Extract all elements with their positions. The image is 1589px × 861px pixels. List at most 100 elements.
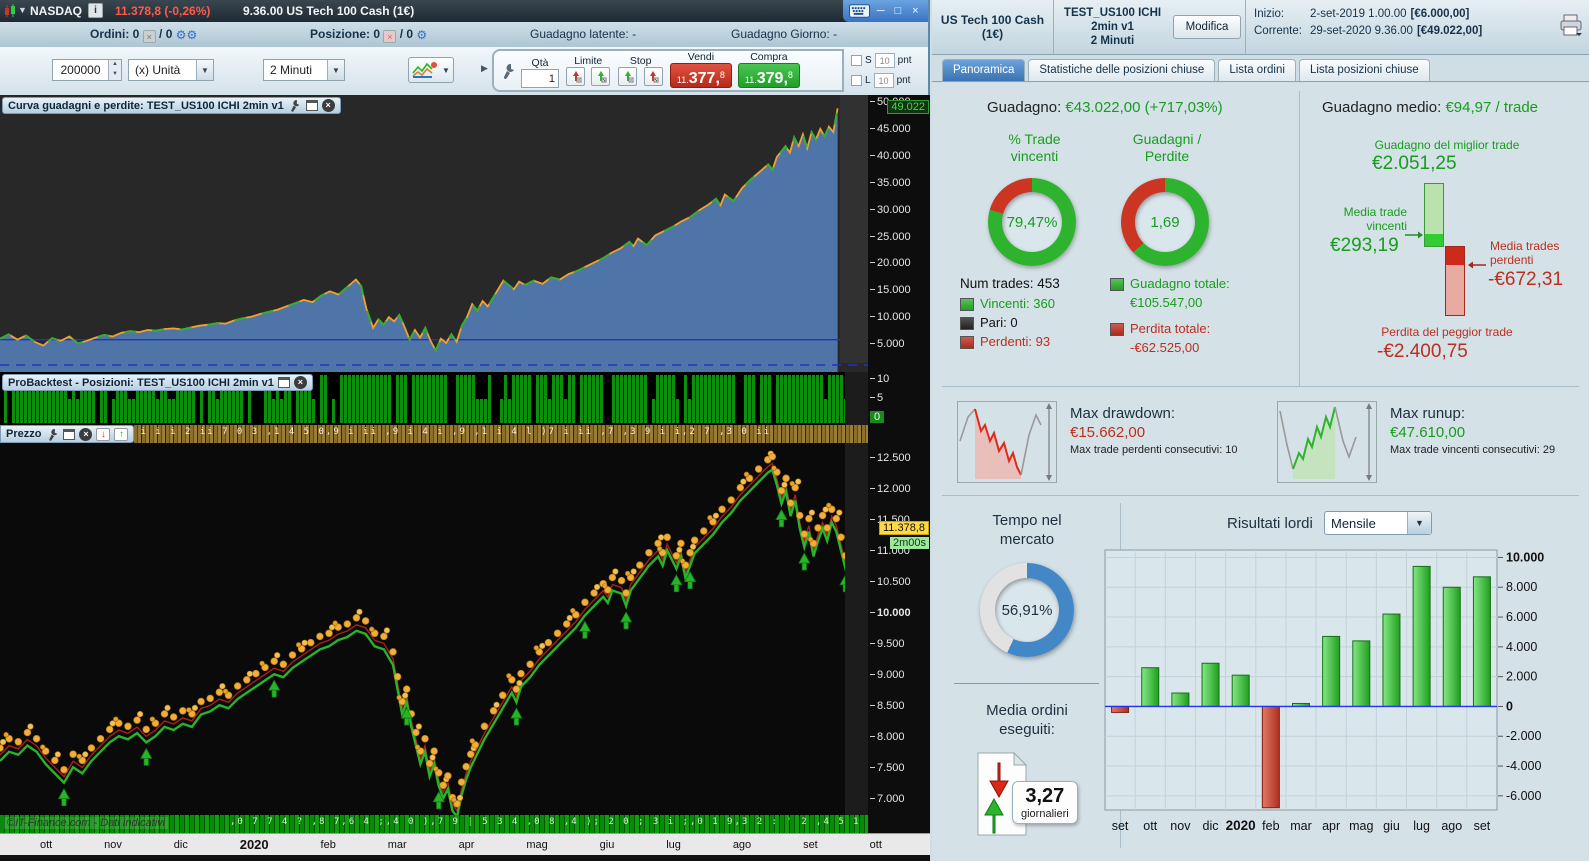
legend-label: Vincenti: 360: [980, 296, 1055, 311]
chevron-down-icon[interactable]: ▼: [327, 60, 344, 80]
price-chart-title: Prezzo: [6, 428, 42, 440]
orders-status-bar: Ordini: 0 × / 0 ⚙⚙ Posizione: 0 × / 0 ⚙ …: [0, 22, 928, 47]
timeframe-select[interactable]: 2 Minuti ▼: [263, 59, 345, 81]
position-settings-gear-icon[interactable]: ⚙: [416, 28, 427, 42]
equity-price-axis: 49.022 50.00045.00040.00035.00030.00025.…: [868, 95, 930, 372]
divider: [954, 683, 1099, 684]
modify-button[interactable]: Modifica: [1173, 15, 1241, 39]
minimize-icon[interactable]: ─: [874, 4, 887, 18]
close-icon[interactable]: ×: [79, 427, 93, 441]
trading-platform-window: ▼ NASDAQ i 11.378,8 (-0,26%) 9.36.00 US …: [0, 0, 1589, 861]
chevron-down-icon[interactable]: ▼: [196, 60, 213, 80]
max-drawdown-block: Max drawdown: €15.662,00 Max trade perde…: [1070, 405, 1238, 456]
winning-trades-pct: 79,47%: [1006, 213, 1058, 231]
order-size-strip: i i i 2 ii 7 0 3 ,1 4 5 0,9 i ii ,9 i 4 …: [134, 425, 868, 443]
svg-text:dic: dic: [1203, 819, 1219, 833]
chevron-down-icon[interactable]: ▼: [1407, 512, 1431, 534]
svg-text:2.000: 2.000: [1506, 670, 1537, 684]
avg-win-label: Media trade vincenti: [1343, 205, 1407, 233]
qta-input[interactable]: [521, 69, 559, 88]
detach-window-icon[interactable]: [277, 377, 290, 388]
tab-statistiche-delle-posizioni-chiuse[interactable]: Statistiche delle posizioni chiuse: [1028, 59, 1216, 81]
buy-stop-button[interactable]: [618, 67, 638, 86]
quantity-stepper[interactable]: 200000 ▲ ▼: [52, 59, 122, 81]
svg-text:nov: nov: [1170, 819, 1191, 833]
tab-lista-posizioni-chiuse[interactable]: Lista posizioni chiuse: [1298, 59, 1430, 81]
price-header-row: Prezzo × ↓ ↑ i i i 2 ii 7 0 3 ,1 4 5 0,9…: [0, 425, 930, 443]
avg-orders-title: Media ordini eseguiti:: [986, 702, 1068, 738]
loss-swatch: [1110, 322, 1124, 336]
compra-group: Compra 11.379,8: [737, 51, 800, 88]
wrench-icon: [503, 63, 514, 79]
start-label: Inizio:: [1254, 8, 1285, 20]
info-icon[interactable]: i: [88, 3, 103, 18]
svg-text:set: set: [1112, 819, 1129, 833]
wrench-icon[interactable]: [288, 99, 302, 112]
axis-tick: 10.000: [870, 607, 911, 619]
max-runup-block: Max runup: €47.610,00 Max trade vincenti…: [1390, 405, 1555, 456]
sell-limit-button[interactable]: [591, 67, 611, 86]
s-points-input[interactable]: 10: [874, 52, 895, 68]
close-position-icon[interactable]: ×: [383, 30, 397, 43]
axis-tick: 12.000: [870, 483, 911, 495]
stepper-arrows[interactable]: ▲ ▼: [108, 60, 121, 80]
sell-stop-button[interactable]: [643, 67, 663, 86]
time-axis-label: apr: [458, 838, 475, 851]
axis-tick: 10.000: [870, 311, 911, 323]
close-icon[interactable]: ×: [909, 4, 922, 18]
trades-legend: Num trades: 453 Vincenti: 360 Pari: 0 Perd…: [960, 275, 1060, 352]
axis-tick: 40.000: [870, 150, 911, 162]
limit-checkbox[interactable]: [851, 74, 862, 86]
instrument-dropdown-icon[interactable]: ▼: [18, 5, 27, 15]
axis-tick: 8.500: [870, 700, 905, 712]
orders-settings-gear-icon[interactable]: ⚙⚙: [176, 28, 198, 42]
buy-button[interactable]: 11.379,8: [737, 63, 800, 88]
keyboard-icon[interactable]: [849, 4, 870, 18]
wrench-button[interactable]: [501, 63, 515, 79]
chart-type-button[interactable]: ▼: [408, 57, 454, 83]
sell-button[interactable]: 11.377,8: [669, 63, 732, 88]
s-unit: pnt: [897, 54, 912, 66]
maximize-icon[interactable]: □: [891, 4, 904, 18]
axis-tick: 20.000: [870, 257, 911, 269]
chart-toolbar: 200000 ▲ ▼ (x) Unità ▼ 2 Minuti ▼ ▼ ▶ Qtà: [0, 47, 928, 95]
collapse-trade-panel-icon[interactable]: ▶: [481, 63, 488, 74]
detach-window-icon[interactable]: [305, 100, 318, 111]
time-axis-label: dic: [173, 838, 188, 851]
backtest-report-panel: US Tech 100 Cash (1€) TEST_US100 ICHI 2m…: [932, 0, 1589, 861]
detach-window-icon[interactable]: [63, 428, 76, 440]
positions-current-label: 0: [870, 411, 885, 423]
close-icon[interactable]: ×: [321, 99, 335, 112]
close-icon[interactable]: ×: [293, 376, 307, 389]
avg-loss-value: -€672,31: [1488, 269, 1564, 290]
avg-orders-value: 3,27: [1025, 785, 1065, 807]
price-chart-row: 11.378,8 2m00s 12.500 12.000 11.500 11.000 1…: [0, 443, 930, 815]
winning-trades-title: % Trade vincenti: [1008, 131, 1061, 164]
buy-limit-button[interactable]: [566, 67, 585, 86]
buy-marker-toggle-icon[interactable]: ↑: [114, 427, 129, 441]
l-points-input[interactable]: 10: [873, 72, 894, 88]
legend-item: Vincenti: 360: [960, 295, 1060, 313]
cancel-orders-icon[interactable]: ×: [142, 30, 156, 43]
axis-tick: 8.000: [870, 731, 905, 743]
order-entry-panel: Qtà Limite Stop: [492, 49, 844, 92]
period-select[interactable]: Mensile ▼: [1324, 511, 1432, 535]
tab-panoramica[interactable]: Panoramica: [942, 59, 1026, 81]
svg-text:-6.000: -6.000: [1506, 789, 1541, 803]
print-icon[interactable]: [1559, 14, 1583, 36]
sell-marker-toggle-icon[interactable]: ↓: [96, 427, 111, 441]
worst-trade-value: -€2.400,75: [1377, 341, 1468, 362]
system-timeframe: 2 Minuti: [1090, 35, 1135, 47]
total-loss-value: -€62.525,00: [1130, 340, 1200, 355]
chevron-down-icon[interactable]: ▼: [442, 66, 450, 75]
unit-select[interactable]: (x) Unità ▼: [128, 59, 214, 81]
instrument-price-change: 11.378,8 (-0,26%): [115, 4, 211, 18]
price-chart: [0, 443, 868, 815]
tab-lista-ordini[interactable]: Lista ordini: [1218, 59, 1296, 81]
total-loss-label: Perdita totale:: [1130, 321, 1211, 336]
stop-checkbox[interactable]: [851, 54, 862, 66]
wrench-icon[interactable]: [45, 428, 59, 441]
price-axis: 11.378,8 2m00s 12.500 12.000 11.500 11.000 1…: [868, 443, 930, 815]
svg-text:ott: ott: [1143, 819, 1157, 833]
best-trade-value: €2.051,25: [1372, 153, 1457, 174]
